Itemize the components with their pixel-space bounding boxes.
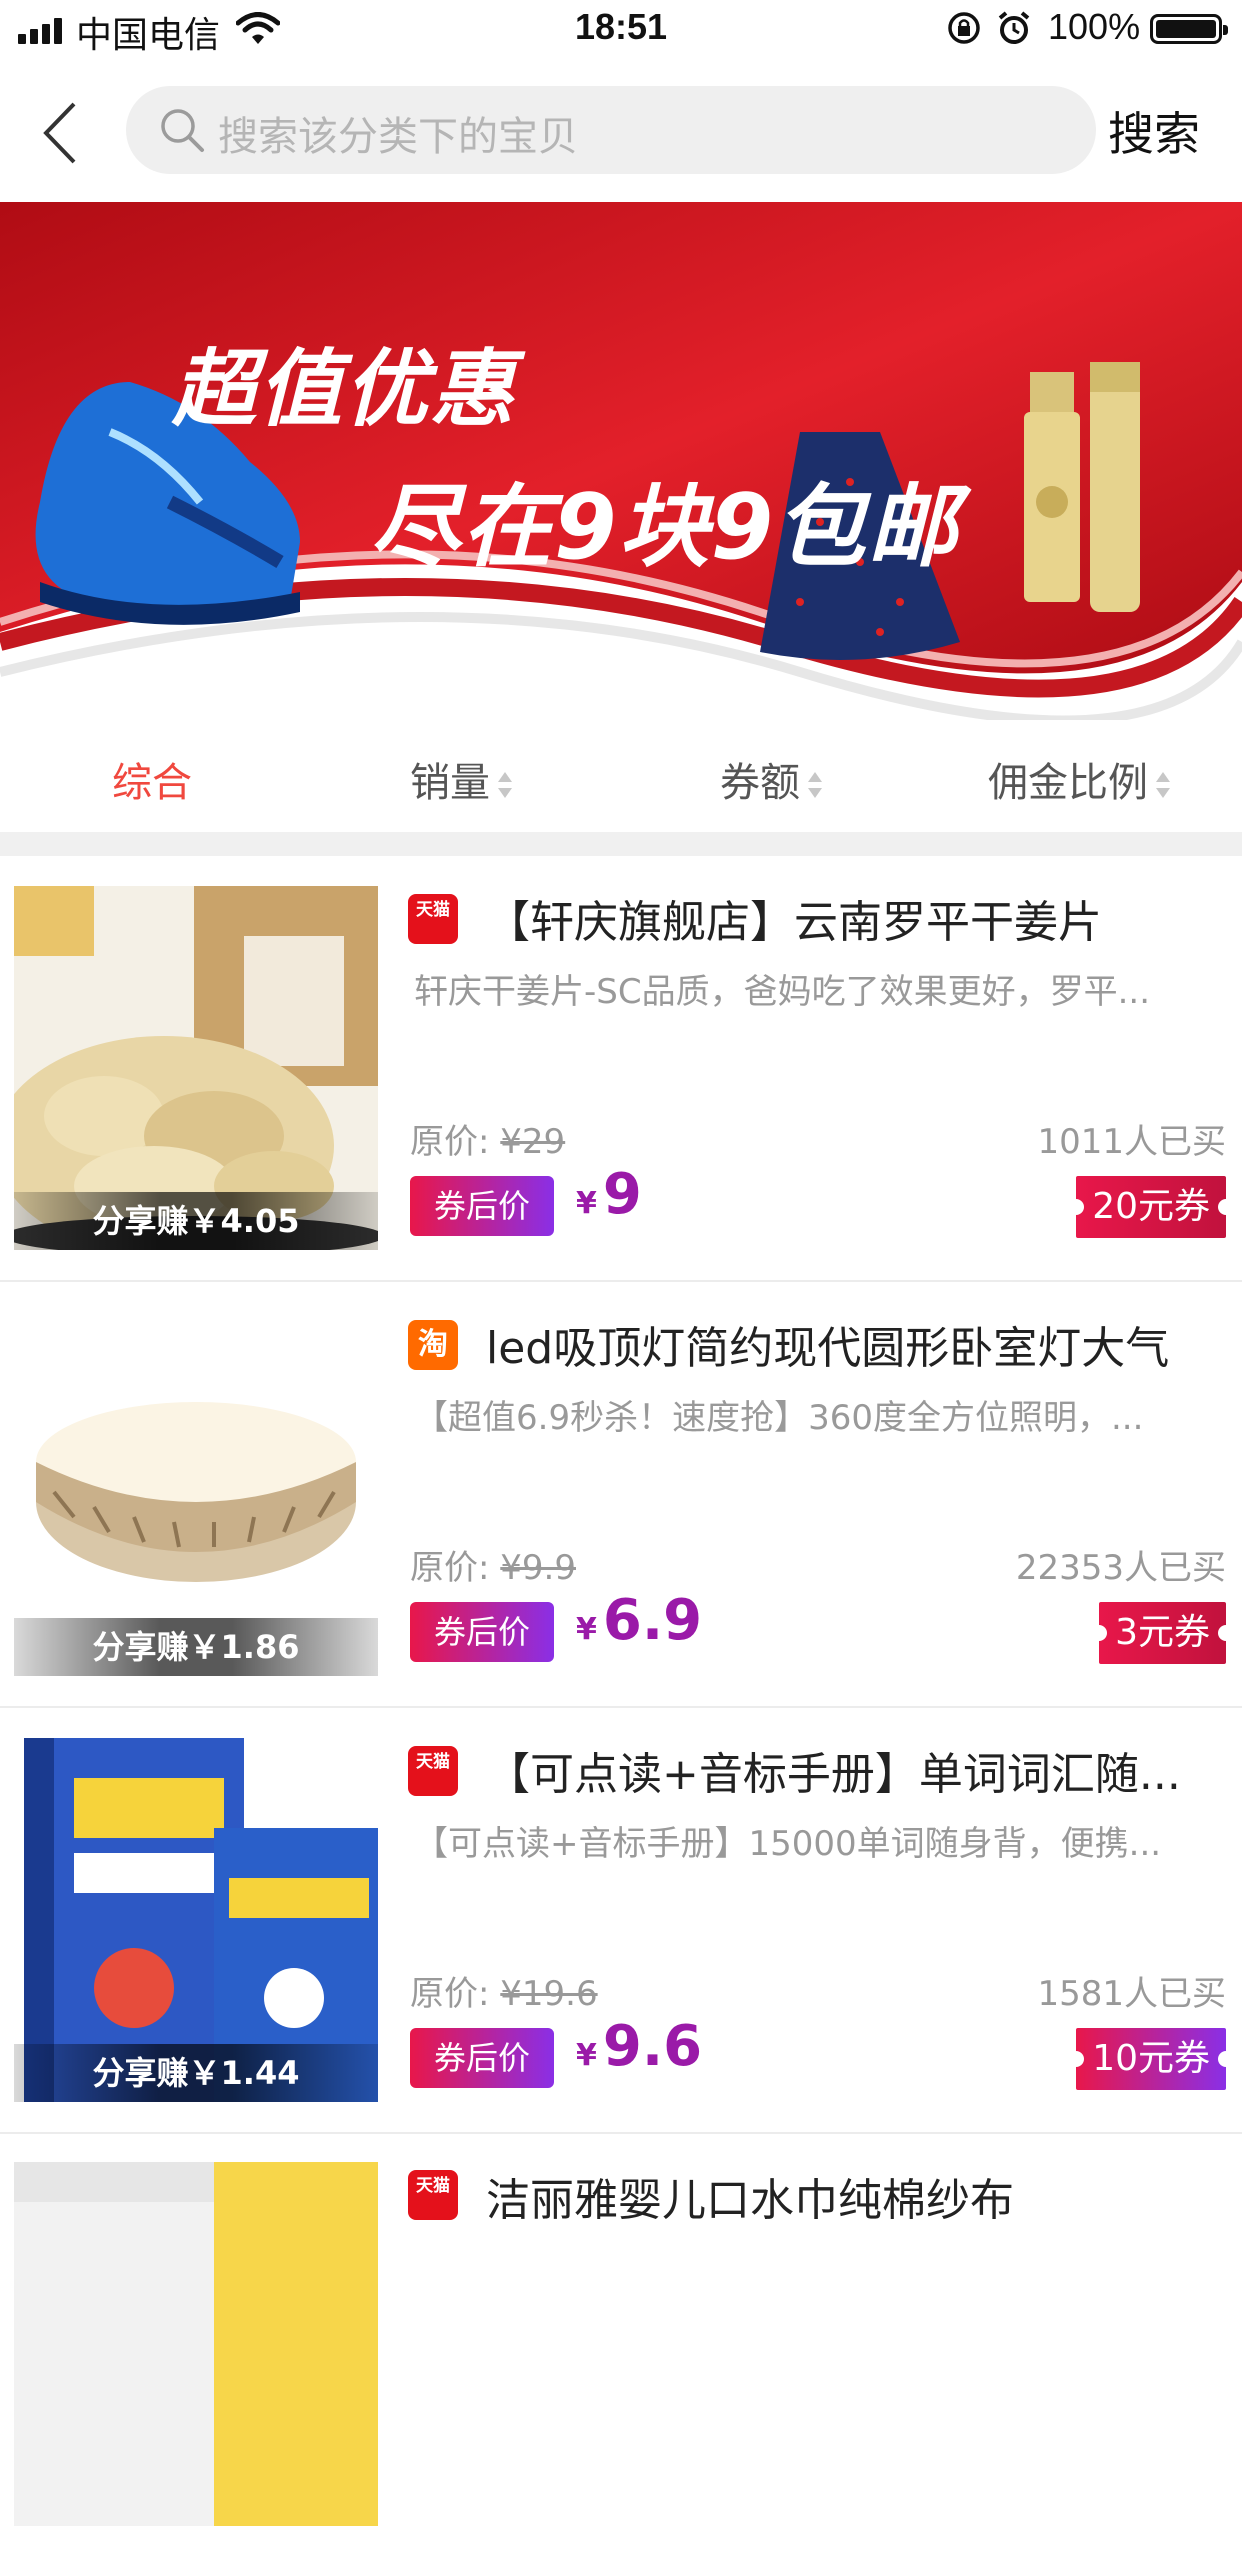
status-bar: 中国电信 18:51 100% — [0, 0, 1242, 62]
rotation-lock-icon — [948, 12, 980, 44]
coupon-price: ¥9.6 — [576, 2014, 702, 2079]
tab-commission-rate[interactable]: 佣金比例 — [988, 750, 1170, 808]
product-card[interactable]: 分享赚￥4.05 天猫 【轩庆旗舰店】云南罗平干姜片 轩庆干姜片-SC品质，爸妈… — [0, 856, 1242, 1282]
tab-label: 佣金比例 — [988, 760, 1148, 806]
tmall-badge-icon: 天猫 — [408, 2170, 458, 2220]
sort-arrows-icon — [1156, 772, 1170, 798]
platform-label: 天猫 — [416, 1752, 450, 1772]
price-value: 9 — [602, 1162, 642, 1227]
platform-label: 天猫 — [416, 900, 450, 920]
tab-label: 销量 — [410, 760, 490, 806]
tmall-badge-icon: 天猫 — [408, 1746, 458, 1796]
sold-count: 1581人已买 — [1037, 1974, 1226, 2014]
taobao-badge-icon: 淘 — [408, 1320, 458, 1370]
product-image[interactable]: 分享赚￥4.05 — [14, 886, 378, 1250]
promo-banner[interactable]: 超值优惠 尽在9块9包邮 — [0, 202, 1242, 720]
tab-label: 综合 — [112, 760, 192, 806]
battery-percentage: 100% — [1048, 6, 1141, 47]
product-description: 【超值6.9秒杀！速度抢】360度全方位照明，... — [414, 1398, 1144, 1438]
platform-label: 淘 — [418, 1327, 448, 1362]
baby-towel-image — [14, 2162, 378, 2526]
platform-label: 天猫 — [416, 2176, 450, 2196]
price-value: 9.6 — [602, 2014, 703, 2079]
product-title[interactable]: led吸顶灯简约现代圆形卧室灯大气 — [486, 1312, 1216, 1376]
sort-arrows-icon — [808, 772, 822, 798]
price-value: 6.9 — [602, 1588, 703, 1653]
share-earn-label: 分享赚￥1.86 — [14, 1618, 378, 1676]
product-image[interactable]: 分享赚￥1.86 — [14, 1312, 378, 1676]
product-card[interactable]: 分享赚￥1.86 淘 led吸顶灯简约现代圆形卧室灯大气 【超值6.9秒杀！速度… — [0, 1282, 1242, 1708]
search-button[interactable]: 搜索 — [1108, 98, 1200, 164]
sort-arrows-icon — [498, 772, 512, 798]
currency-symbol: ¥ — [576, 2038, 597, 2073]
original-price: 原价: ¥19.6 — [410, 1966, 598, 2015]
product-image[interactable]: 分享赚￥1.44 — [14, 1738, 378, 2102]
search-input[interactable]: 搜索该分类下的宝贝 — [126, 86, 1096, 174]
alarm-icon — [998, 11, 1030, 44]
tab-sales[interactable]: 销量 — [410, 750, 512, 808]
original-price-prefix: 原价: — [410, 1548, 490, 1588]
tab-comprehensive[interactable]: 综合 — [112, 750, 192, 808]
tmall-badge-icon: 天猫 — [408, 894, 458, 944]
currency-symbol: ¥ — [576, 1612, 597, 1647]
currency-symbol: ¥ — [576, 1186, 597, 1221]
after-coupon-label: 券后价 — [410, 1176, 554, 1236]
original-price-value: ¥9.9 — [500, 1548, 576, 1588]
share-earn-label: 分享赚￥4.05 — [14, 1192, 378, 1250]
share-earn-label: 分享赚￥1.44 — [14, 2044, 378, 2102]
sold-count: 1011人已买 — [1037, 1122, 1226, 1162]
original-price-prefix: 原价: — [410, 1974, 490, 2014]
back-arrow-icon[interactable] — [40, 100, 80, 166]
carousel-indicator[interactable] — [612, 680, 630, 698]
banner-title-line1: 超值优惠 — [172, 340, 517, 438]
banner-title-line2: 尽在9块9包邮 — [370, 475, 960, 580]
product-title[interactable]: 【可点读+音标手册】单词词汇随... — [486, 1738, 1216, 1802]
coupon-price: ¥6.9 — [576, 1588, 702, 1653]
after-coupon-label: 券后价 — [410, 1602, 554, 1662]
product-card[interactable]: 天猫 洁丽雅婴儿口水巾纯棉纱布 — [0, 2134, 1242, 2560]
battery-icon — [1150, 14, 1228, 44]
product-description: 轩庆干姜片-SC品质，爸妈吃了效果更好，罗平... — [414, 972, 1151, 1012]
original-price-value: ¥19.6 — [500, 1974, 598, 2014]
product-description: 【可点读+音标手册】15000单词随身背，便携... — [414, 1824, 1162, 1864]
section-divider — [0, 832, 1242, 856]
tab-label: 券额 — [720, 760, 800, 806]
original-price-value: ¥29 — [500, 1122, 566, 1162]
sold-count: 22353人已买 — [1015, 1548, 1226, 1588]
search-placeholder: 搜索该分类下的宝贝 — [218, 114, 578, 160]
tab-coupon-amount[interactable]: 券额 — [720, 750, 822, 808]
product-title[interactable]: 洁丽雅婴儿口水巾纯棉纱布 — [486, 2164, 1216, 2228]
top-nav: 搜索该分类下的宝贝 搜索 — [0, 62, 1242, 202]
product-title[interactable]: 【轩庆旗舰店】云南罗平干姜片 — [486, 886, 1216, 950]
original-price: 原价: ¥9.9 — [410, 1540, 576, 1589]
coupon-button[interactable]: 20元券 — [1068, 1176, 1234, 1238]
coupon-button[interactable]: 10元券 — [1068, 2028, 1234, 2090]
after-coupon-label: 券后价 — [410, 2028, 554, 2088]
product-image[interactable] — [14, 2162, 378, 2526]
search-icon — [161, 109, 204, 152]
coupon-price: ¥9 — [576, 1162, 642, 1227]
sort-tabs: 综合 销量 券额 佣金比例 — [0, 720, 1242, 832]
product-card[interactable]: 分享赚￥1.44 天猫 【可点读+音标手册】单词词汇随... 【可点读+音标手册… — [0, 1708, 1242, 2134]
original-price-prefix: 原价: — [410, 1122, 490, 1162]
original-price: 原价: ¥29 — [410, 1114, 565, 1163]
coupon-button[interactable]: 3元券 — [1091, 1602, 1234, 1664]
